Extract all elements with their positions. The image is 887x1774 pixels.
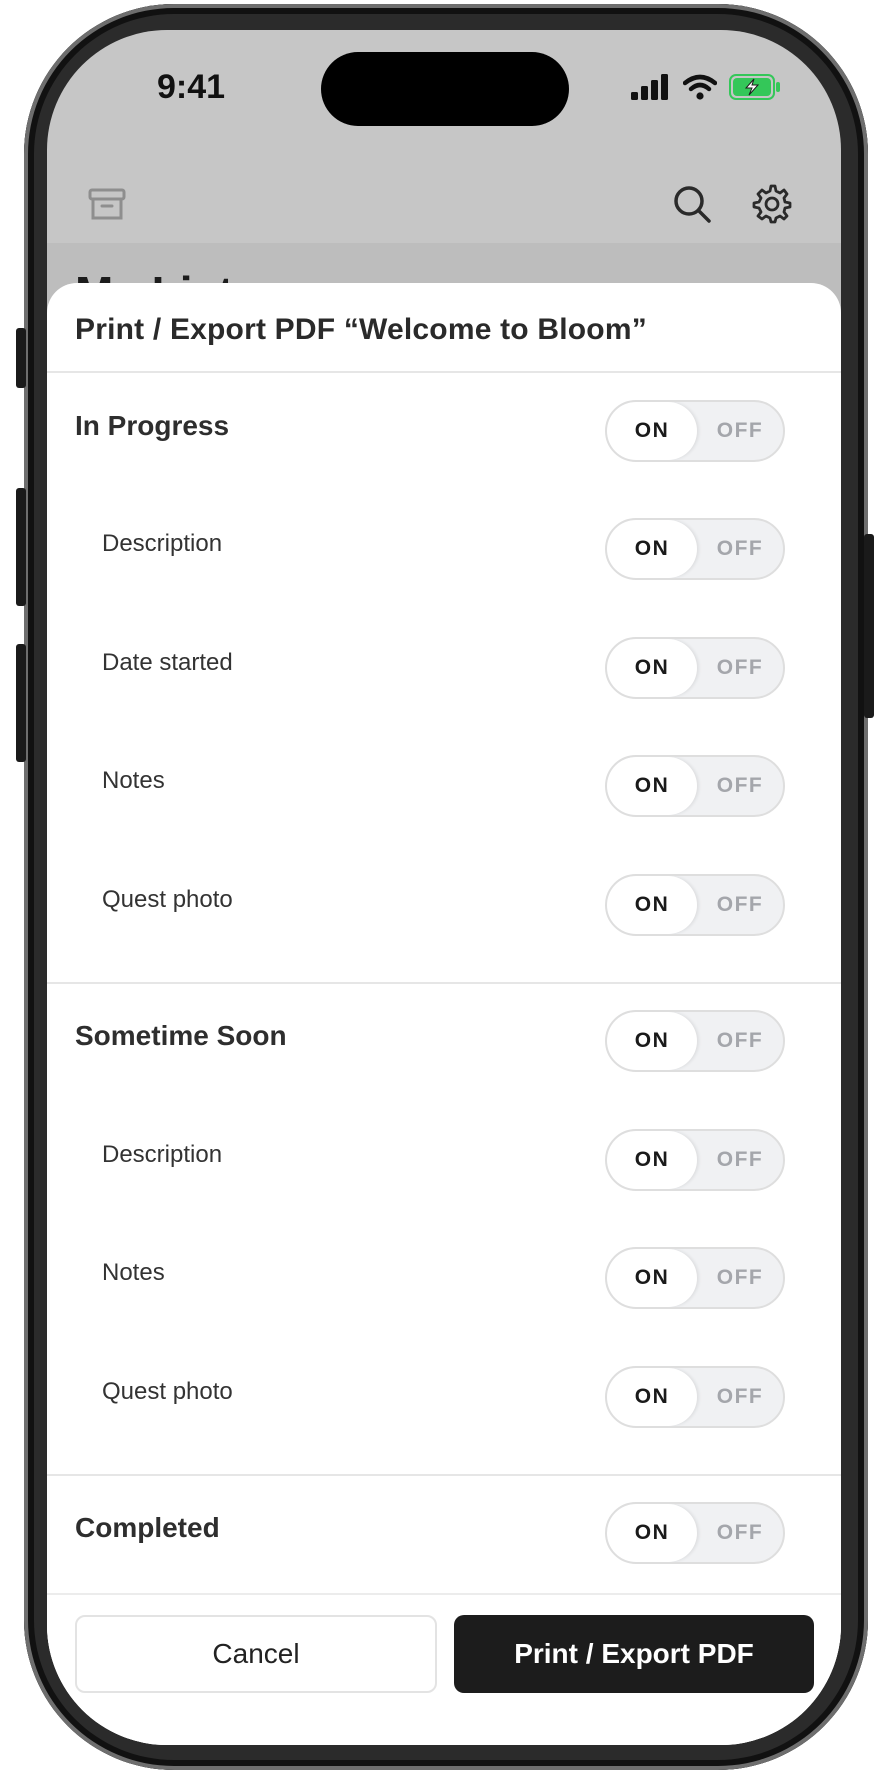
in-progress-toggle[interactable]: ON OFF bbox=[605, 400, 785, 462]
option-label: Notes bbox=[102, 767, 165, 794]
toggle-off-option[interactable]: OFF bbox=[697, 1249, 783, 1307]
completed-toggle[interactable]: ON OFF bbox=[605, 1502, 785, 1564]
toggle-off-option[interactable]: OFF bbox=[697, 1368, 783, 1426]
battery-charging-icon bbox=[729, 74, 781, 105]
quest-photo-toggle[interactable]: ON OFF bbox=[605, 874, 785, 936]
toggle-off-option[interactable]: OFF bbox=[697, 402, 783, 460]
quest-photo-toggle[interactable]: ON OFF bbox=[605, 1366, 785, 1428]
toggle-off-option[interactable]: OFF bbox=[697, 1504, 783, 1562]
toggle-on-option[interactable]: ON bbox=[607, 520, 697, 578]
toggle-on-option[interactable]: ON bbox=[607, 1012, 697, 1070]
option-label: Description bbox=[102, 530, 223, 557]
toggle-on-option[interactable]: ON bbox=[607, 639, 697, 697]
date-started-toggle[interactable]: ON OFF bbox=[605, 637, 785, 699]
toggle-off-option[interactable]: OFF bbox=[697, 1131, 783, 1189]
divider bbox=[47, 371, 841, 373]
toggle-off-option[interactable]: OFF bbox=[697, 1012, 783, 1070]
cellular-signal-icon bbox=[631, 74, 671, 105]
option-row-sometime-soon-notes: Notes ON OFF bbox=[47, 1237, 841, 1317]
status-icons bbox=[631, 74, 781, 105]
status-bar: 9:41 bbox=[47, 30, 841, 150]
section-label: Completed bbox=[75, 1512, 220, 1543]
option-row-in-progress-notes: Notes ON OFF bbox=[47, 745, 841, 825]
option-label: Quest photo bbox=[102, 1378, 233, 1405]
settings-gear-icon[interactable] bbox=[752, 184, 792, 229]
export-sheet: Print / Export PDF “Welcome to Bloom” In… bbox=[47, 283, 841, 1745]
toggle-on-option[interactable]: ON bbox=[607, 1504, 697, 1562]
toggle-on-option[interactable]: ON bbox=[607, 1249, 697, 1307]
print-export-pdf-button[interactable]: Print / Export PDF bbox=[454, 1615, 814, 1693]
notes-toggle[interactable]: ON OFF bbox=[605, 1247, 785, 1309]
toggle-on-option[interactable]: ON bbox=[607, 402, 697, 460]
toggle-on-option[interactable]: ON bbox=[607, 876, 697, 934]
side-button-power bbox=[864, 534, 874, 718]
cancel-button[interactable]: Cancel bbox=[75, 1615, 437, 1693]
toggle-off-option[interactable]: OFF bbox=[697, 520, 783, 578]
phone-screen: 9:41 Print / Export PDF “Welcome to Bloo… bbox=[47, 30, 841, 1745]
option-row-sometime-soon-quest-photo: Quest photo ON OFF bbox=[47, 1356, 841, 1436]
option-label: Quest photo bbox=[102, 886, 233, 913]
option-label: Date started bbox=[102, 649, 233, 676]
sheet-footer: Cancel Print / Export PDF bbox=[47, 1593, 841, 1745]
option-row-in-progress-description: Description ON OFF bbox=[47, 508, 841, 588]
option-label: Description bbox=[102, 1141, 223, 1168]
option-row-in-progress-date-started: Date started ON OFF bbox=[47, 627, 841, 707]
section-row-in-progress: In Progress ON OFF bbox=[47, 390, 841, 470]
toggle-on-option[interactable]: ON bbox=[607, 757, 697, 815]
section-row-sometime-soon: Sometime Soon ON OFF bbox=[47, 1000, 841, 1080]
option-row-in-progress-quest-photo: Quest photo ON OFF bbox=[47, 864, 841, 944]
option-label: Notes bbox=[102, 1259, 165, 1286]
toggle-on-option[interactable]: ON bbox=[607, 1368, 697, 1426]
section-row-completed: Completed ON OFF bbox=[47, 1492, 841, 1572]
description-toggle[interactable]: ON OFF bbox=[605, 518, 785, 580]
divider bbox=[47, 982, 841, 984]
section-label: Sometime Soon bbox=[75, 1020, 287, 1051]
side-button-volume-up bbox=[16, 488, 26, 606]
side-button-action bbox=[16, 328, 26, 388]
divider bbox=[47, 1474, 841, 1476]
status-time: 9:41 bbox=[157, 68, 226, 106]
toggle-off-option[interactable]: OFF bbox=[697, 757, 783, 815]
dynamic-island bbox=[321, 52, 569, 126]
toggle-on-option[interactable]: ON bbox=[607, 1131, 697, 1189]
toggle-off-option[interactable]: OFF bbox=[697, 876, 783, 934]
notes-toggle[interactable]: ON OFF bbox=[605, 755, 785, 817]
search-icon[interactable] bbox=[672, 184, 712, 229]
side-button-volume-down bbox=[16, 644, 26, 762]
section-label: In Progress bbox=[75, 410, 230, 441]
archive-icon[interactable] bbox=[87, 184, 127, 229]
sometime-soon-toggle[interactable]: ON OFF bbox=[605, 1010, 785, 1072]
wifi-icon bbox=[682, 74, 718, 105]
toggle-off-option[interactable]: OFF bbox=[697, 639, 783, 697]
description-toggle[interactable]: ON OFF bbox=[605, 1129, 785, 1191]
option-row-sometime-soon-description: Description ON OFF bbox=[47, 1119, 841, 1199]
sheet-title: Print / Export PDF “Welcome to Bloom” bbox=[75, 313, 647, 346]
